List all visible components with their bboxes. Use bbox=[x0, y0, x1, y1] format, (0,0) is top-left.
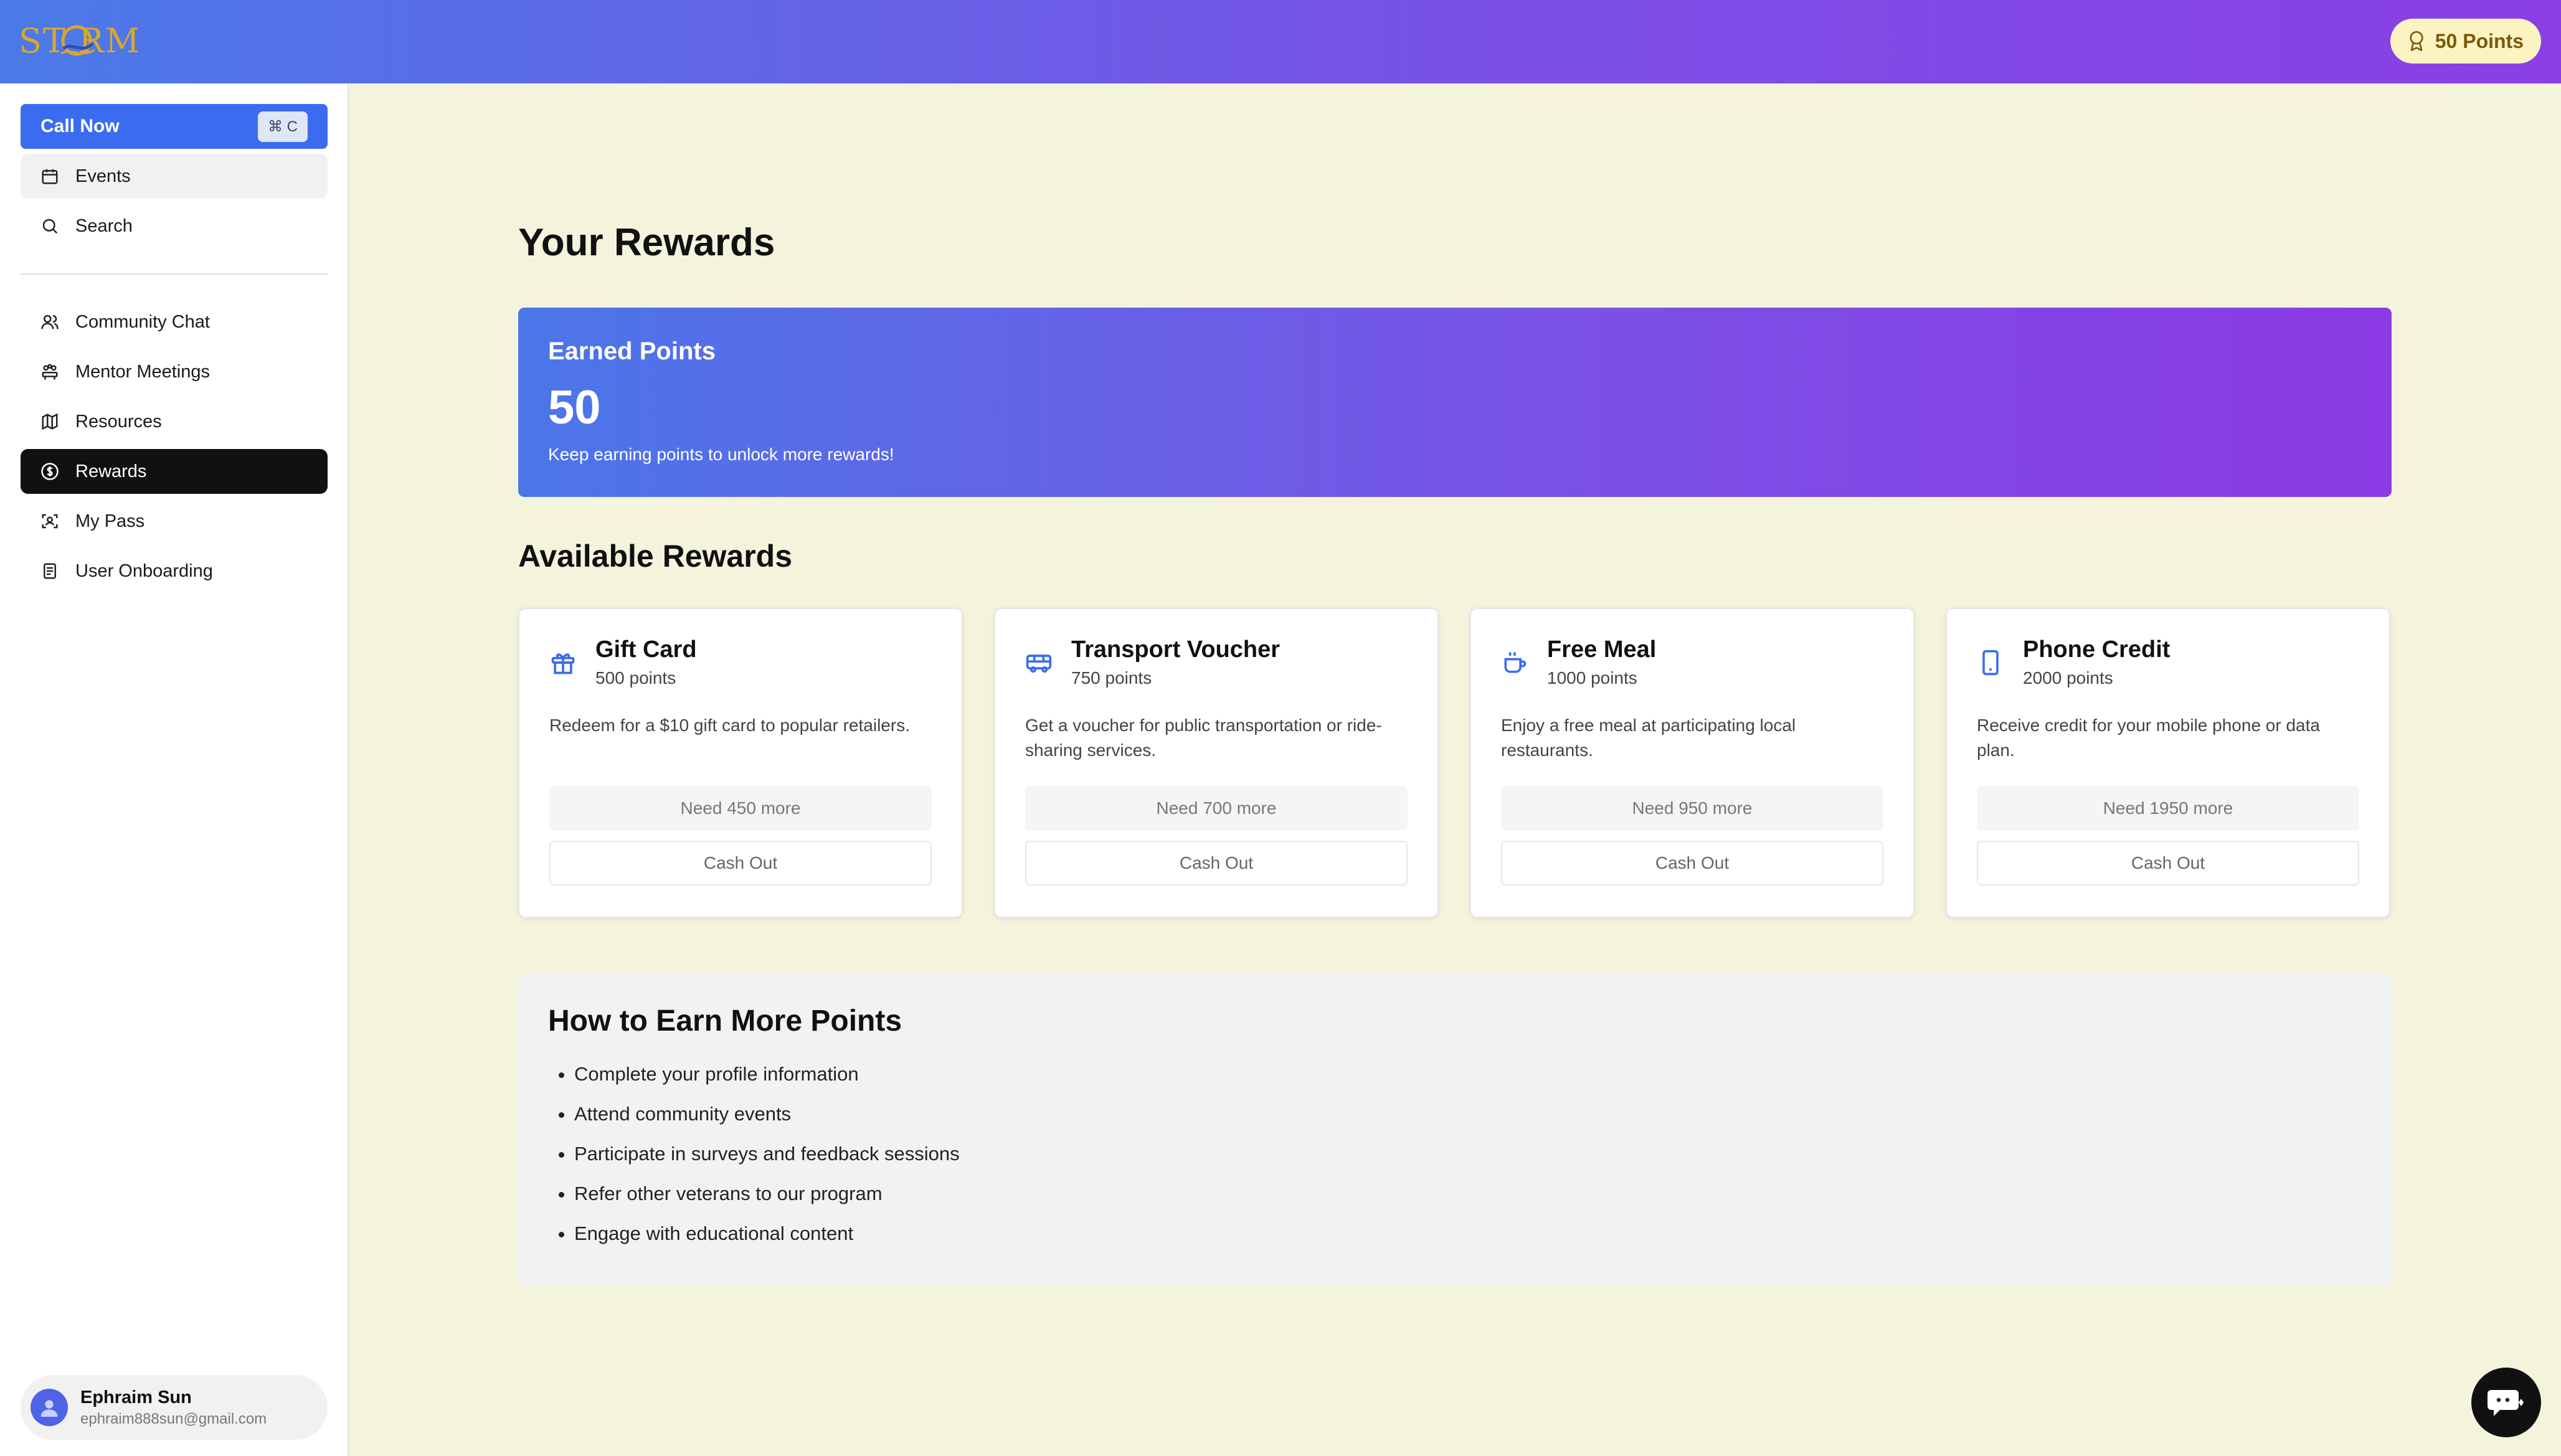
reward-description: Redeem for a $10 gift card to popular re… bbox=[549, 716, 910, 735]
reward-card-gift-card: Gift Card 500 points Redeem for a $10 gi… bbox=[518, 608, 963, 918]
gift-icon bbox=[551, 653, 575, 674]
sidebar: Call Now ⌘ C Events Search Community Cha… bbox=[0, 83, 349, 1456]
earned-points-banner: Earned Points 50 Keep earning points to … bbox=[518, 308, 2392, 497]
need-more-button[interactable]: Need 1950 more bbox=[1977, 786, 2359, 831]
sidebar-item-label: Community Chat bbox=[75, 311, 210, 332]
calendar-icon bbox=[42, 169, 58, 184]
sidebar-item-events[interactable]: Events bbox=[21, 154, 328, 199]
reward-description: Get a voucher for public transportation … bbox=[1025, 716, 1382, 760]
award-icon bbox=[2410, 31, 2423, 51]
list-item: Attend community events bbox=[574, 1094, 2362, 1134]
reward-cards: Gift Card 500 points Redeem for a $10 gi… bbox=[518, 608, 2392, 918]
points-badge-label: 50 Points bbox=[2435, 29, 2524, 52]
scan-face-icon bbox=[42, 514, 58, 529]
logo-swirl-icon bbox=[60, 25, 95, 56]
coffee-icon bbox=[1504, 652, 1527, 673]
cash-out-button[interactable]: Cash Out bbox=[549, 841, 932, 886]
shortcut-badge: ⌘ C bbox=[258, 111, 308, 142]
chat-bot-button[interactable] bbox=[2471, 1368, 2541, 1437]
sidebar-item-label: Mentor Meetings bbox=[75, 361, 210, 382]
earned-points-value: 50 bbox=[548, 381, 601, 434]
sidebar-item-my-pass[interactable]: My Pass bbox=[21, 499, 328, 544]
sidebar-item-resources[interactable]: Resources bbox=[21, 399, 328, 444]
list-item: Refer other veterans to our program bbox=[574, 1174, 2362, 1214]
sidebar-item-label: Resources bbox=[75, 411, 162, 432]
reward-points: 750 points bbox=[1071, 668, 1152, 688]
user-name: Ephraim Sun bbox=[80, 1387, 192, 1407]
sidebar-item-label: User Onboarding bbox=[75, 560, 213, 581]
reward-title: Free Meal bbox=[1547, 636, 1657, 663]
sidebar-item-label: Events bbox=[75, 166, 131, 186]
sidebar-divider bbox=[21, 273, 328, 275]
search-icon bbox=[42, 219, 58, 234]
cash-out-button[interactable]: Cash Out bbox=[1977, 841, 2359, 886]
reward-points: 2000 points bbox=[2023, 668, 2113, 688]
dollar-circle-icon bbox=[41, 463, 59, 480]
avatar bbox=[31, 1389, 68, 1426]
bus-icon bbox=[1026, 655, 1052, 673]
page-title: Your Rewards bbox=[518, 221, 775, 264]
sidebar-item-mentor-meetings[interactable]: Mentor Meetings bbox=[21, 349, 328, 394]
need-more-button[interactable]: Need 950 more bbox=[1501, 786, 1883, 831]
earned-points-note: Keep earning points to unlock more rewar… bbox=[548, 445, 894, 464]
list-item: Participate in surveys and feedback sess… bbox=[574, 1134, 2362, 1174]
reward-card-phone-credit: Phone Credit 2000 points Receive credit … bbox=[1946, 608, 2390, 918]
top-bar: ST RM 50 Points bbox=[0, 0, 2561, 83]
sidebar-item-rewards[interactable]: Rewards bbox=[21, 449, 328, 494]
reward-card-free-meal: Free Meal 1000 points Enjoy a free meal … bbox=[1470, 608, 1915, 918]
reward-title: Gift Card bbox=[595, 636, 697, 663]
sidebar-item-user-onboarding[interactable]: User Onboarding bbox=[21, 549, 328, 593]
reward-description: Receive credit for your mobile phone or … bbox=[1977, 716, 2320, 760]
reward-card-transport-voucher: Transport Voucher 750 points Get a vouch… bbox=[994, 608, 1439, 918]
reward-points: 1000 points bbox=[1547, 668, 1637, 688]
user-profile[interactable]: Ephraim Sun ephraim888sun@gmail.com bbox=[21, 1375, 328, 1440]
earn-more-list: Complete your profile information Attend… bbox=[548, 1054, 2362, 1254]
user-email: ephraim888sun@gmail.com bbox=[80, 1410, 267, 1427]
reward-title: Phone Credit bbox=[2023, 636, 2170, 663]
earn-more-section: How to Earn More Points Complete your pr… bbox=[518, 974, 2392, 1285]
map-icon bbox=[42, 413, 58, 430]
need-more-button[interactable]: Need 700 more bbox=[1025, 786, 1408, 831]
sidebar-item-search[interactable]: Search bbox=[21, 204, 328, 248]
call-now-label: Call Now bbox=[40, 116, 120, 136]
user-icon bbox=[40, 1400, 58, 1417]
phone-icon bbox=[1982, 650, 1999, 676]
earned-points-label: Earned Points bbox=[548, 338, 716, 365]
earn-more-title: How to Earn More Points bbox=[548, 1005, 902, 1038]
storm-logo[interactable]: ST RM bbox=[19, 17, 143, 65]
reward-title: Transport Voucher bbox=[1071, 636, 1280, 663]
list-item: Complete your profile information bbox=[574, 1054, 2362, 1094]
reward-description: Enjoy a free meal at participating local… bbox=[1501, 716, 1796, 760]
sidebar-item-community-chat[interactable]: Community Chat bbox=[21, 300, 328, 344]
points-badge[interactable]: 50 Points bbox=[2390, 19, 2541, 64]
sidebar-item-label: Search bbox=[75, 215, 133, 236]
chat-bot-icon bbox=[2488, 1390, 2524, 1416]
available-rewards-title: Available Rewards bbox=[518, 539, 793, 574]
reward-points: 500 points bbox=[595, 668, 676, 688]
cash-out-button[interactable]: Cash Out bbox=[1501, 841, 1883, 886]
need-more-button[interactable]: Need 450 more bbox=[549, 786, 932, 831]
list-item: Engage with educational content bbox=[574, 1214, 2362, 1254]
users-icon bbox=[41, 314, 59, 329]
meeting-icon bbox=[42, 364, 58, 380]
clipboard-icon bbox=[44, 563, 56, 579]
sidebar-item-label: My Pass bbox=[75, 511, 145, 531]
call-now-button[interactable]: Call Now ⌘ C bbox=[21, 104, 328, 149]
cash-out-button[interactable]: Cash Out bbox=[1025, 841, 1408, 886]
sidebar-item-label: Rewards bbox=[75, 461, 147, 481]
